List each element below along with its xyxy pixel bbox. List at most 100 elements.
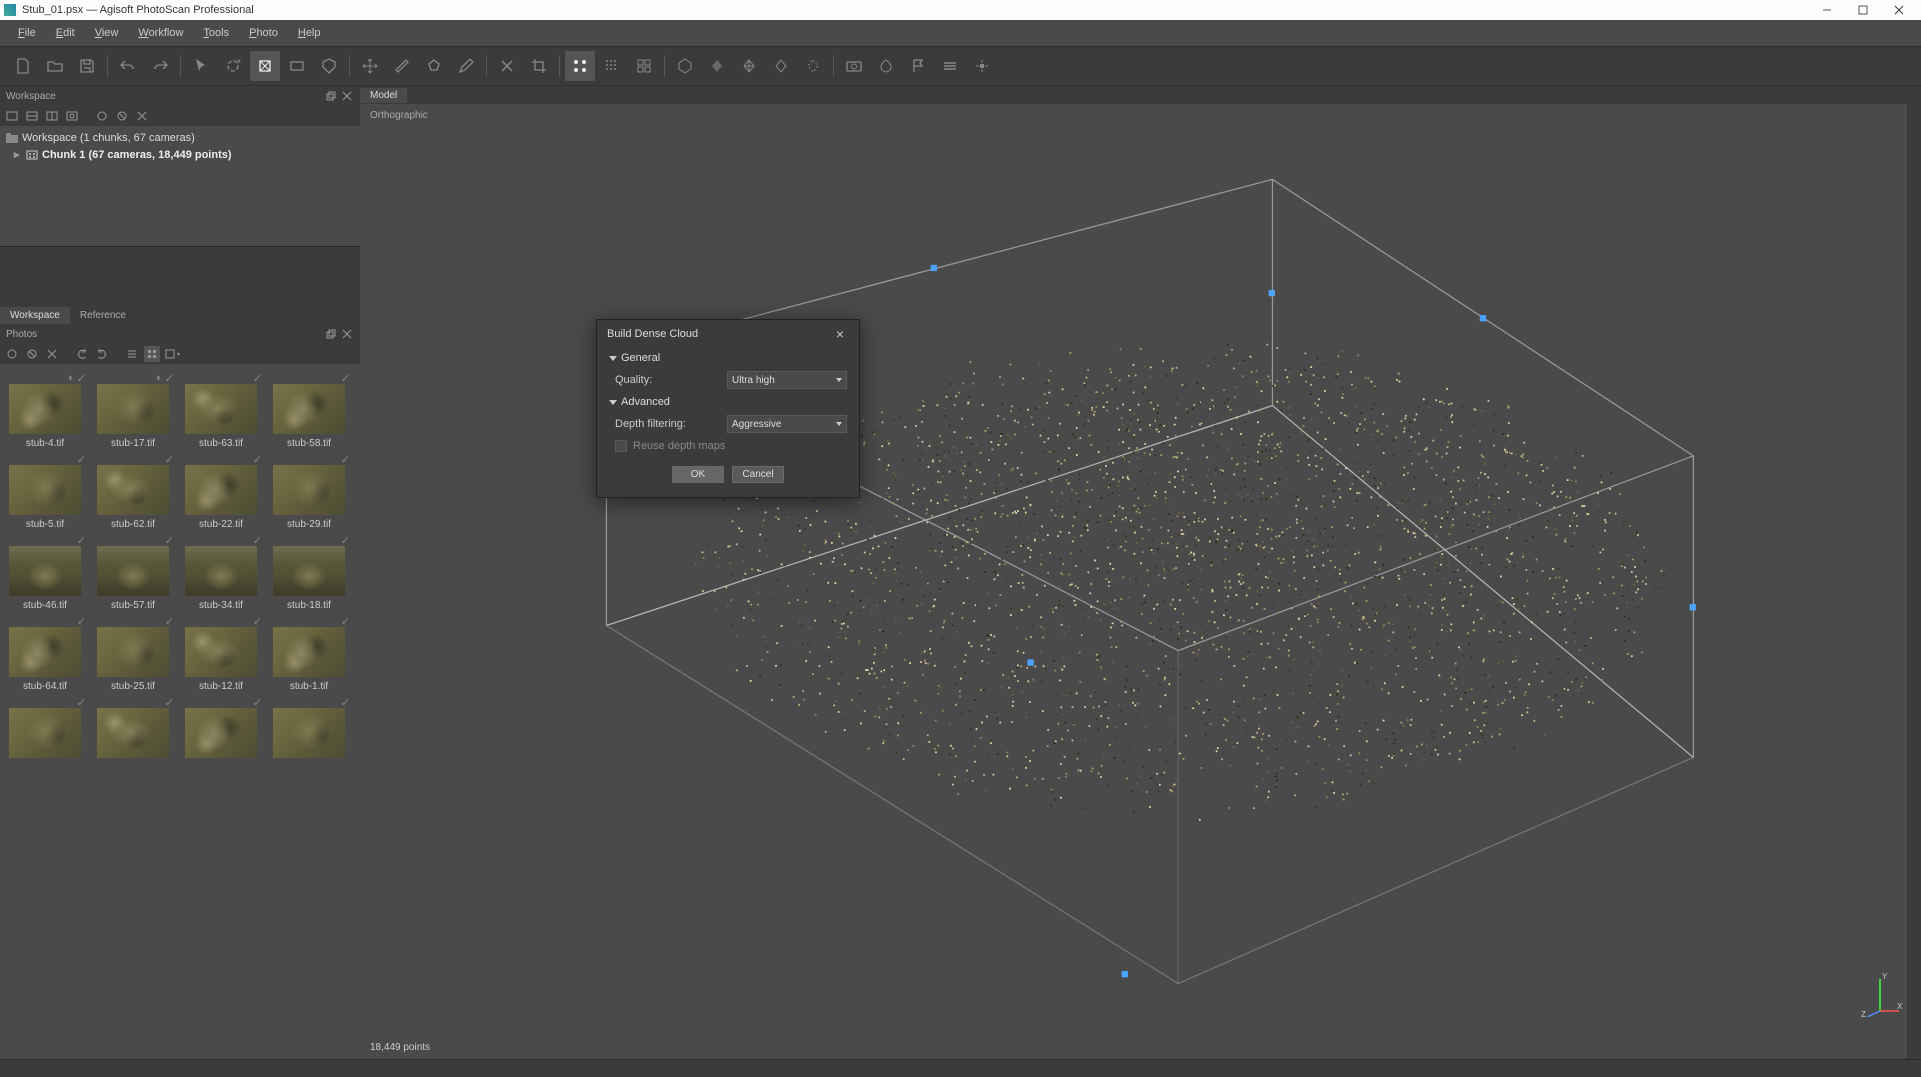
photo-thumbnail[interactable] — [9, 384, 81, 434]
quality-select[interactable]: Ultra high — [727, 371, 847, 389]
photo-thumbnail[interactable] — [185, 627, 257, 677]
menu-tools[interactable]: Tools — [193, 24, 239, 42]
new-file-icon[interactable] — [8, 51, 38, 81]
move-icon[interactable] — [355, 51, 385, 81]
photo-cell[interactable]: ✓stub-25.tif — [92, 615, 174, 696]
markers-icon[interactable] — [871, 51, 901, 81]
menu-view[interactable]: View — [85, 24, 129, 42]
viewport-tab-model[interactable]: Model — [360, 88, 407, 103]
photo-cell[interactable]: ✓ — [180, 696, 262, 766]
reuse-depth-maps-checkbox[interactable] — [615, 440, 627, 452]
photos-panel-close-icon[interactable] — [340, 327, 354, 341]
model-wire-icon[interactable] — [734, 51, 764, 81]
photo-thumbnail[interactable] — [273, 627, 345, 677]
photos-disable-icon[interactable] — [24, 346, 40, 362]
trackball-icon[interactable] — [967, 51, 997, 81]
photo-cell[interactable]: ✓stub-63.tif — [180, 372, 262, 453]
open-icon[interactable] — [40, 51, 70, 81]
pencil-icon[interactable] — [451, 51, 481, 81]
photos-remove-icon[interactable] — [44, 346, 60, 362]
photo-thumbnail[interactable] — [9, 465, 81, 515]
ws-tool-2-icon[interactable] — [24, 108, 40, 124]
polygon-icon[interactable] — [419, 51, 449, 81]
flag-icon[interactable] — [903, 51, 933, 81]
tree-expand-icon[interactable]: ▸ — [14, 148, 22, 161]
menu-photo[interactable]: Photo — [239, 24, 288, 42]
photo-thumbnail[interactable] — [97, 546, 169, 596]
photo-thumbnail[interactable] — [97, 627, 169, 677]
photo-thumbnail[interactable] — [97, 465, 169, 515]
ws-tool-1-icon[interactable] — [4, 108, 20, 124]
dense-cloud-icon[interactable] — [597, 51, 627, 81]
dialog-section-advanced[interactable]: Advanced — [609, 392, 847, 412]
photo-cell[interactable]: ✓stub-12.tif — [180, 615, 262, 696]
dialog-close-button[interactable]: × — [831, 325, 849, 343]
ws-tool-4-icon[interactable] — [64, 108, 80, 124]
pointer-icon[interactable] — [186, 51, 216, 81]
photo-cell[interactable]: ◐✓stub-4.tif — [4, 372, 86, 453]
photo-thumbnail[interactable] — [9, 708, 81, 758]
dialog-section-general[interactable]: General — [609, 348, 847, 368]
photo-cell[interactable]: ✓stub-29.tif — [268, 453, 350, 534]
photo-cell[interactable]: ✓stub-46.tif — [4, 534, 86, 615]
photos-rotate-left-icon[interactable] — [74, 346, 90, 362]
photos-rotate-right-icon[interactable] — [94, 346, 110, 362]
redo-icon[interactable] — [145, 51, 175, 81]
photo-cell[interactable]: ✓stub-1.tif — [268, 615, 350, 696]
window-minimize-button[interactable] — [1809, 0, 1845, 20]
ws-remove-icon[interactable] — [134, 108, 150, 124]
window-maximize-button[interactable] — [1845, 0, 1881, 20]
photo-cell[interactable]: ✓stub-58.tif — [268, 372, 350, 453]
ruler-icon[interactable] — [387, 51, 417, 81]
photo-cell[interactable]: ✓stub-18.tif — [268, 534, 350, 615]
camera-icon[interactable] — [839, 51, 869, 81]
photo-thumbnail[interactable] — [273, 546, 345, 596]
photos-view-small-icon[interactable] — [144, 346, 160, 362]
photo-cell[interactable]: ✓ — [4, 696, 86, 766]
region-icon[interactable] — [314, 51, 344, 81]
photo-cell[interactable]: ✓stub-62.tif — [92, 453, 174, 534]
photo-thumbnail[interactable] — [185, 465, 257, 515]
menu-help[interactable]: Help — [288, 24, 331, 42]
point-cloud-icon[interactable] — [565, 51, 595, 81]
photos-enable-icon[interactable] — [4, 346, 20, 362]
photo-thumbnail[interactable] — [185, 384, 257, 434]
photos-view-detail-icon[interactable] — [124, 346, 140, 362]
cancel-button[interactable]: Cancel — [732, 466, 784, 483]
delete-icon[interactable] — [492, 51, 522, 81]
photos-panel-popout-icon[interactable] — [324, 327, 338, 341]
tree-chunk-row[interactable]: ▸ Chunk 1 (67 cameras, 18,449 points) — [0, 146, 360, 163]
panel-popout-icon[interactable] — [324, 89, 338, 103]
model-conf-icon[interactable] — [798, 51, 828, 81]
viewport-canvas[interactable] — [360, 104, 1921, 1059]
tiled-icon[interactable] — [629, 51, 659, 81]
save-icon[interactable] — [72, 51, 102, 81]
photo-cell[interactable]: ✓stub-5.tif — [4, 453, 86, 534]
crop-icon[interactable] — [524, 51, 554, 81]
menu-file[interactable]: File — [8, 24, 46, 42]
tab-reference[interactable]: Reference — [70, 307, 136, 324]
photo-thumbnail[interactable] — [185, 708, 257, 758]
model-tex-icon[interactable] — [766, 51, 796, 81]
photo-thumbnail[interactable] — [9, 546, 81, 596]
photo-thumbnail[interactable] — [273, 708, 345, 758]
photo-cell[interactable]: ◐✓stub-17.tif — [92, 372, 174, 453]
menu-workflow[interactable]: Workflow — [128, 24, 193, 42]
panel-close-icon[interactable] — [340, 89, 354, 103]
photo-thumbnail[interactable] — [9, 627, 81, 677]
ws-tool-3-icon[interactable] — [44, 108, 60, 124]
ws-disable-icon[interactable] — [114, 108, 130, 124]
pan-view-icon[interactable] — [250, 51, 280, 81]
model-solid-icon[interactable] — [702, 51, 732, 81]
photo-cell[interactable]: ✓ — [268, 696, 350, 766]
right-dock-strip[interactable] — [1907, 86, 1921, 1059]
photo-cell[interactable]: ✓stub-57.tif — [92, 534, 174, 615]
photos-view-large-icon[interactable]: ▾ — [164, 346, 180, 362]
window-close-button[interactable] — [1881, 0, 1917, 20]
tree-root-row[interactable]: Workspace (1 chunks, 67 cameras) — [0, 130, 360, 146]
photo-thumbnail[interactable] — [97, 384, 169, 434]
depth-filtering-select[interactable]: Aggressive — [727, 415, 847, 433]
photos-grid[interactable]: ◐✓stub-4.tif◐✓stub-17.tif✓stub-63.tif✓st… — [0, 364, 360, 1059]
layers-icon[interactable] — [935, 51, 965, 81]
zoom-view-icon[interactable] — [282, 51, 312, 81]
